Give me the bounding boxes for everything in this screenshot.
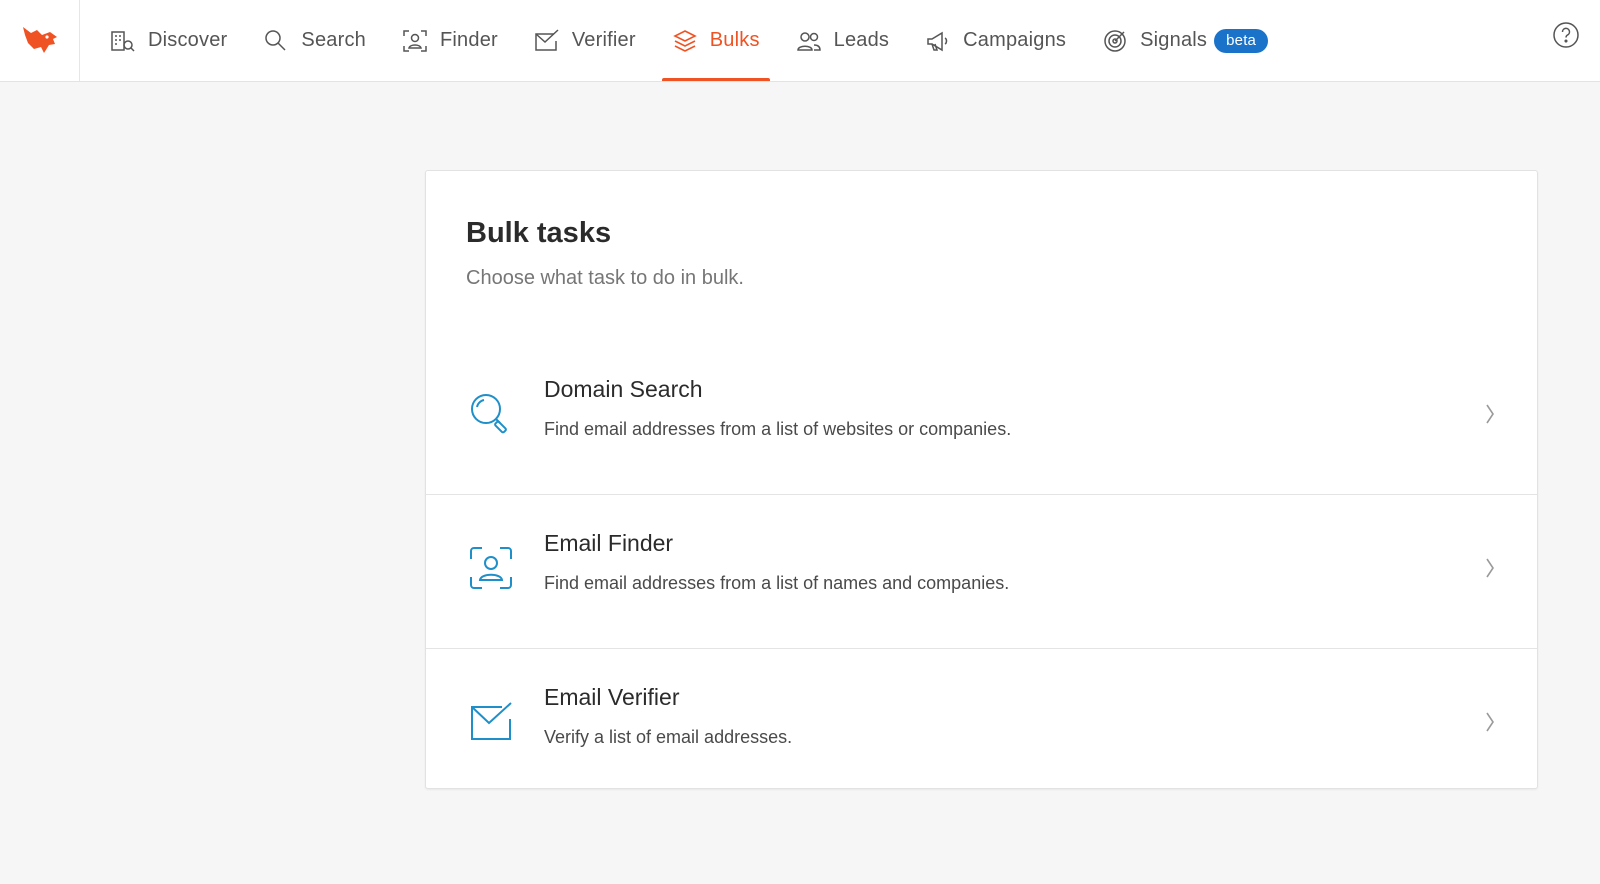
search-icon bbox=[265, 29, 286, 51]
nav-label: Verifier bbox=[571, 29, 636, 51]
nav-item-discover[interactable]: Discover bbox=[92, 0, 245, 81]
page-title: Bulk tasks bbox=[466, 217, 612, 249]
task-description: Find email addresses from a list of webs… bbox=[544, 419, 1012, 439]
nav-item-finder[interactable]: Finder bbox=[384, 0, 516, 81]
nav-label: Signals bbox=[1140, 29, 1208, 51]
nav-item-campaigns[interactable]: Campaigns bbox=[907, 0, 1084, 81]
beta-badge: beta bbox=[1214, 28, 1269, 53]
chevron-right-icon bbox=[1486, 558, 1494, 578]
bulk-tasks-card: Bulk tasks Choose what task to do in bul… bbox=[425, 170, 1538, 789]
task-title: Email Verifier bbox=[544, 684, 680, 710]
nav-item-search[interactable]: Search bbox=[245, 0, 384, 81]
nav-label: Search bbox=[301, 29, 366, 51]
fox-logo-icon bbox=[22, 26, 57, 53]
mail-check-icon bbox=[535, 28, 559, 51]
user-scan-icon bbox=[470, 547, 512, 589]
search-icon bbox=[471, 394, 507, 434]
nav-item-signals[interactable]: Signals beta bbox=[1084, 0, 1286, 81]
user-scan-icon bbox=[403, 29, 427, 52]
nav-item-bulks[interactable]: Bulks bbox=[654, 0, 778, 81]
task-description: Verify a list of email addresses. bbox=[544, 727, 793, 747]
task-email-verifier[interactable]: Email Verifier Verify a list of email ad… bbox=[426, 649, 1537, 797]
nav-label: Bulks bbox=[709, 29, 760, 51]
nav-label: Finder bbox=[439, 29, 498, 51]
target-icon bbox=[1104, 29, 1126, 52]
nav-item-leads[interactable]: Leads bbox=[778, 0, 908, 81]
top-navigation-bar: Discover Search Finder Verifier Bulks Le… bbox=[0, 0, 1600, 82]
help-button[interactable] bbox=[1552, 21, 1580, 49]
help-circle-icon bbox=[1553, 22, 1579, 48]
task-list: Domain Search Find email addresses from … bbox=[426, 341, 1537, 797]
nav-label: Leads bbox=[833, 29, 890, 51]
users-icon bbox=[796, 31, 821, 51]
megaphone-icon bbox=[927, 31, 948, 51]
chevron-right-icon bbox=[1486, 712, 1494, 732]
task-description: Find email addresses from a list of name… bbox=[544, 573, 1010, 593]
logo[interactable] bbox=[0, 0, 80, 81]
nav-label: Discover bbox=[148, 29, 228, 51]
main-nav: Discover Search Finder Verifier Bulks Le… bbox=[92, 0, 1286, 81]
nav-label: Campaigns bbox=[963, 29, 1067, 51]
mail-check-icon bbox=[471, 702, 512, 740]
task-domain-search[interactable]: Domain Search Find email addresses from … bbox=[426, 341, 1537, 495]
page-subtitle: Choose what task to do in bulk. bbox=[466, 267, 744, 289]
building-search-icon bbox=[111, 30, 135, 52]
task-email-finder[interactable]: Email Finder Find email addresses from a… bbox=[426, 495, 1537, 649]
task-title: Email Finder bbox=[544, 530, 674, 556]
layers-icon bbox=[672, 29, 697, 52]
nav-item-verifier[interactable]: Verifier bbox=[516, 0, 654, 81]
chevron-right-icon bbox=[1486, 404, 1494, 424]
task-title: Domain Search bbox=[544, 376, 703, 402]
